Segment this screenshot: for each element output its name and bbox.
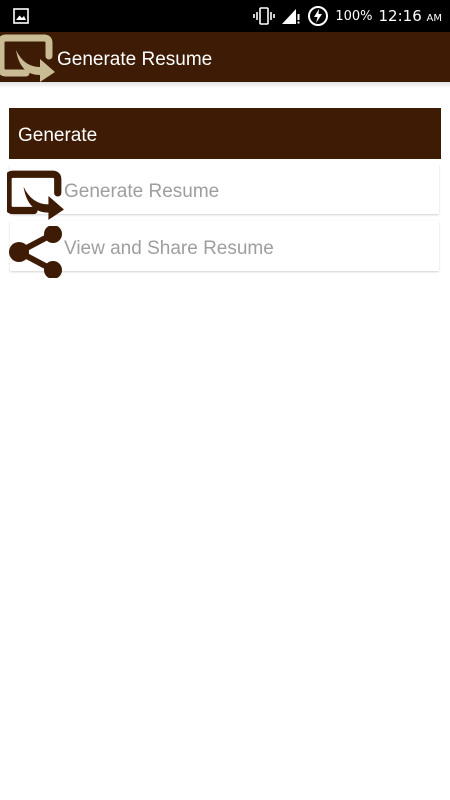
app-bar-title: Generate Resume — [57, 49, 213, 70]
clock: 12:16 AM — [379, 7, 442, 25]
share-icon — [9, 226, 62, 278]
section-header: Generate — [9, 108, 441, 159]
generate-resume-label: Generate Resume — [64, 181, 220, 202]
clock-time: 12:16 — [378, 7, 422, 25]
app-logo-icon — [0, 34, 55, 82]
app-bar-shadow — [0, 82, 450, 88]
view-share-resume-item[interactable]: View and Share Resume — [9, 221, 439, 278]
export-arrow-icon — [7, 170, 64, 220]
view-share-resume-label: View and Share Resume — [64, 238, 274, 259]
gallery-notification-icon — [13, 8, 29, 24]
clock-ampm: AM — [426, 13, 442, 24]
status-bar: 100% 12:16 AM — [0, 0, 450, 32]
section-header-label: Generate — [18, 125, 98, 146]
vibrate-icon — [253, 7, 276, 25]
app-bar: Generate Resume — [0, 32, 450, 82]
battery-saver-icon — [308, 6, 329, 26]
generate-resume-item[interactable]: Generate Resume — [7, 164, 439, 220]
signal-icon — [282, 9, 300, 24]
battery-percentage: 100% — [335, 8, 373, 24]
